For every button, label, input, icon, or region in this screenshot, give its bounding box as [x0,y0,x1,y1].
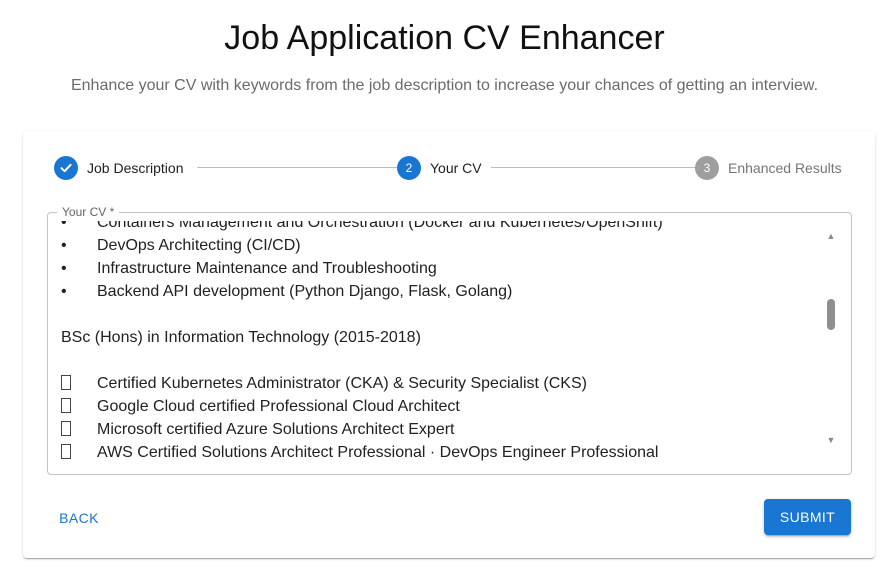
form-card: Job Description 2 Your CV 3 Enhanced Res… [23,131,875,558]
bullet-icon: • [61,237,67,254]
cv-line: • DevOps Architecting (CI/CD) [61,234,818,257]
cv-text-content[interactable]: • Containers Management and Orchestration… [61,221,818,463]
cv-line-text: Backend API development (Python Django, … [97,283,513,300]
step-label-your-cv: Your CV [430,159,482,176]
missing-glyph-icon [61,418,97,441]
cv-field-label: Your CV * [57,205,120,219]
cv-line-text: Google Cloud certified Professional Clou… [97,398,460,415]
cv-line: • Backend API development (Python Django,… [61,280,818,303]
cv-line: Microsoft certified Azure Solutions Arch… [61,418,818,441]
cv-line: • Containers Management and Orchestration… [61,221,818,234]
step-connector [491,167,716,168]
step-job-description[interactable]: Job Description [54,155,184,180]
step-enhanced-results[interactable]: 3 Enhanced Results [695,155,842,180]
cv-line-text: AWS Certified Solutions Architect Profes… [97,444,659,461]
scroll-down-arrow-icon[interactable]: ▼ [824,435,838,445]
page-title: Job Application CV Enhancer [224,19,665,57]
cv-line-text: DevOps Architecting (CI/CD) [97,237,301,254]
scrollbar-thumb[interactable] [827,299,835,330]
missing-glyph-icon [61,372,97,395]
scroll-up-arrow-icon[interactable]: ▲ [824,231,838,241]
cv-blank-line [61,303,818,326]
bullet-icon: • [61,260,67,277]
cv-line: BSc (Hons) in Information Technology (20… [61,326,818,349]
check-icon [54,155,78,180]
step-your-cv[interactable]: 2 Your CV [397,155,482,180]
page-subtitle: Enhance your CV with keywords from the j… [70,77,819,94]
cv-line-text: Microsoft certified Azure Solutions Arch… [97,421,455,438]
cv-scrollbar[interactable]: ▲ ▼ [824,227,838,459]
stepper: Job Description 2 Your CV 3 Enhanced Res… [54,155,844,180]
cv-line-text: BSc (Hons) in Information Technology (20… [61,329,421,346]
step-number-2: 2 [397,155,421,180]
step-number-3: 3 [695,155,719,180]
cv-line: AWS Certified Solutions Architect Profes… [61,441,818,463]
missing-glyph-icon [61,441,97,463]
cv-line-text: Containers Management and Orchestration … [97,221,663,231]
missing-glyph-icon [61,395,97,418]
step-label-enhanced-results: Enhanced Results [728,159,842,176]
cv-line: • Infrastructure Maintenance and Troubles… [61,257,818,280]
page: Job Application CV Enhancer Enhance your… [0,0,889,583]
cv-blank-line [61,349,818,372]
bullet-icon: • [61,283,67,300]
back-button[interactable]: BACK [49,500,109,536]
bullet-icon: • [61,221,67,231]
submit-button[interactable]: SUBMIT [764,499,851,535]
cv-lines: • Containers Management and Orchestration… [61,221,818,463]
step-label-job-description: Job Description [87,159,184,176]
cv-line-text: Certified Kubernetes Administrator (CKA)… [97,375,587,392]
cv-line-text: Infrastructure Maintenance and Troublesh… [97,260,437,277]
step-connector [197,167,414,168]
cv-line: Certified Kubernetes Administrator (CKA)… [61,372,818,395]
cv-line: Google Cloud certified Professional Clou… [61,395,818,418]
cv-textarea[interactable]: Your CV * • Containers Management and Orc… [47,205,852,475]
